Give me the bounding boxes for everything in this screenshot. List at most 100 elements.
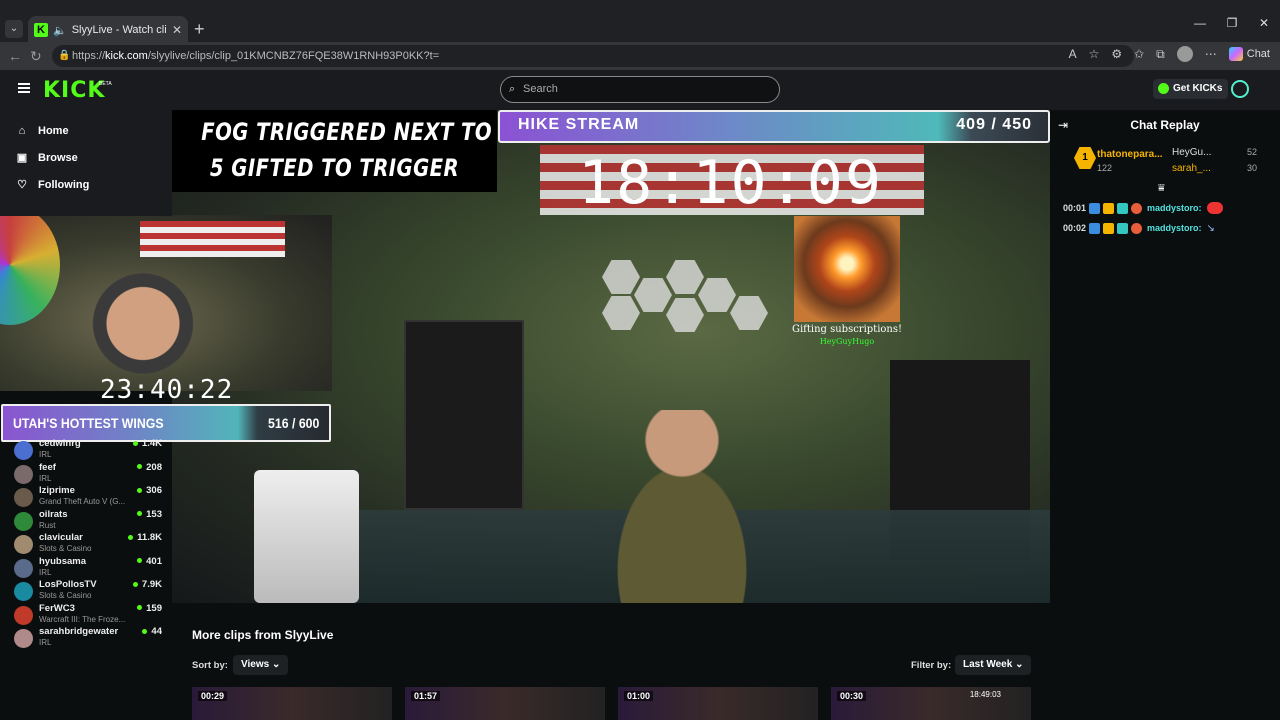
channel-category: Slots & Casino — [39, 591, 92, 600]
flag-small — [140, 221, 285, 257]
heart-icon: ♡ — [17, 179, 27, 191]
favorites-icon[interactable]: ✩ — [1134, 47, 1144, 61]
filter-value: Last Week — [963, 659, 1013, 670]
emote-icon: ↘ — [1206, 222, 1215, 234]
channel-item[interactable]: hyubsama IRL 401 — [0, 555, 172, 579]
shelf — [404, 320, 524, 510]
channel-name: oilrats — [39, 508, 68, 520]
kick-favicon-icon: K — [34, 23, 48, 37]
clip-overlay-time: 18:49:03 — [969, 690, 1001, 699]
favorite-star-icon[interactable]: ☆ — [1089, 47, 1100, 61]
channel-item[interactable]: clavicular Slots & Casino 11.8K — [0, 531, 172, 555]
filter-dropdown[interactable]: Last Week ⌄ — [955, 655, 1032, 675]
address-bar-row: ← ↻ 🔒 https://kick.com/slyylive/clips/cl… — [0, 42, 1280, 70]
sort-dropdown[interactable]: Views ⌄ — [233, 655, 289, 675]
channel-viewers: 153 — [137, 509, 162, 520]
gifter-2-name[interactable]: HeyGu... — [1172, 147, 1211, 158]
channel-item[interactable]: lziprime Grand Theft Auto V (G... 306 — [0, 484, 172, 508]
back-icon[interactable]: ← — [8, 48, 22, 64]
filter-label: Filter by: — [911, 660, 952, 671]
top-gifter-name[interactable]: thatonepara... — [1097, 149, 1163, 160]
sidebar-item-following[interactable]: ♡ Following — [0, 171, 172, 198]
filter-icon[interactable]: ⩸ — [1158, 182, 1165, 195]
minimize-icon[interactable]: — — [1184, 16, 1216, 30]
channel-item[interactable]: cedwinrg IRL 1.4K — [0, 437, 172, 461]
copilot-button[interactable]: Chat — [1228, 47, 1270, 61]
badge-icon — [1089, 202, 1101, 214]
new-tab-icon[interactable]: + — [194, 19, 205, 40]
wings-goal-count: 516 / 600 — [267, 415, 319, 431]
sidebar-item-label: Following — [38, 178, 90, 191]
gift-badge-icon — [1131, 202, 1143, 214]
chevron-down-icon: ⌄ — [1015, 659, 1024, 670]
clip-thumbnail[interactable]: 01:00 — [618, 687, 818, 720]
menu-icon[interactable] — [18, 83, 30, 93]
gifter-2-count: 52 — [1247, 147, 1258, 157]
maximize-icon[interactable]: ❐ — [1216, 16, 1248, 30]
channel-name: clavicular — [39, 532, 83, 543]
collections-icon[interactable]: ⧉ — [1156, 47, 1165, 62]
kick-logo[interactable]: KICK — [43, 78, 105, 103]
channel-category: Rust — [39, 520, 56, 530]
sort-value: Views — [241, 659, 270, 670]
webcam-overlay — [0, 215, 332, 391]
gift-badge-icon — [1131, 222, 1143, 234]
clip-thumbnail[interactable]: 01:57 — [405, 687, 605, 720]
read-aloud-icon[interactable]: A — [1069, 47, 1077, 61]
chat-timestamp: 00:01 — [1063, 203, 1087, 213]
get-kicks-button[interactable]: Get KICKs — [1153, 79, 1229, 99]
channel-item[interactable]: FerWC3 Warcraft III: The Froze... 159 — [0, 602, 172, 626]
user-avatar[interactable] — [1231, 80, 1249, 98]
extensions-icon[interactable]: ⚙ — [1111, 47, 1122, 61]
close-tab-icon[interactable]: ✕ — [172, 23, 182, 37]
tab-list-dropdown-icon[interactable]: ⌄ — [5, 20, 23, 38]
channel-viewers: 1.4K — [133, 438, 162, 449]
hex-lights — [602, 260, 802, 350]
channel-category: Slots & Casino — [39, 544, 92, 553]
gifter-3-name[interactable]: sarah_... — [1172, 163, 1211, 174]
channel-viewers: 7.9K — [133, 579, 162, 590]
chat-username[interactable]: maddystoro: — [1147, 223, 1202, 233]
clip-thumbnail[interactable]: 00:30 18:49:03 — [831, 687, 1031, 720]
clip-thumbnail[interactable]: 00:29 — [192, 687, 392, 720]
channel-avatar — [14, 535, 33, 554]
channel-avatar — [14, 488, 33, 507]
channel-viewers: 159 — [137, 603, 162, 614]
sidebar-item-label: Home — [38, 124, 69, 137]
channel-name: FerWC3 — [39, 602, 75, 614]
url-field[interactable]: 🔒 https://kick.com/slyylive/clips/clip_0… — [52, 45, 1134, 67]
channel-avatar — [14, 605, 33, 625]
channel-viewers: 11.8K — [128, 532, 162, 543]
chat-username[interactable]: maddystoro: — [1147, 203, 1202, 213]
speaker-icon[interactable]: 🔈 — [53, 24, 67, 37]
chat-message: 00:01 maddystoro: — [1063, 200, 1223, 216]
home-icon: ⌂ — [18, 124, 26, 137]
sidebar-item-home[interactable]: ⌂ Home — [0, 117, 172, 144]
crown-badge-icon — [1103, 222, 1115, 234]
tab-title: SlyyLive - Watch clips on Kick — [71, 24, 167, 36]
refresh-icon[interactable]: ↻ — [30, 48, 42, 65]
search-input[interactable]: ⌕ Search — [500, 76, 780, 103]
channel-item[interactable]: oilrats Rust 153 — [0, 508, 172, 532]
recommended-channels: cedwinrg IRL 1.4K feef IRL 208 lziprime Grand… — [0, 437, 172, 649]
profile-avatar[interactable] — [1176, 46, 1193, 62]
channel-viewers: 208 — [137, 462, 162, 473]
webcam-person — [88, 265, 198, 391]
channel-item[interactable]: LosPollosTV Slots & Casino 7.9K — [0, 578, 172, 602]
collapse-chat-icon[interactable]: ⇥ — [1058, 118, 1068, 132]
channel-name: feef — [39, 461, 56, 473]
close-window-icon[interactable]: ✕ — [1248, 16, 1280, 30]
channel-category: Grand Theft Auto V (G... — [39, 497, 126, 506]
sidebar-item-label: Browse — [38, 151, 78, 164]
channel-item[interactable]: sarahbridgewater IRL 44 — [0, 625, 172, 649]
channel-avatar — [14, 511, 33, 531]
channel-item[interactable]: feef IRL 208 — [0, 461, 172, 485]
clip-duration: 00:29 — [198, 691, 228, 701]
clip-duration: 01:57 — [411, 691, 441, 701]
more-icon[interactable]: ⋯ — [1205, 47, 1217, 61]
sidebar-item-browse[interactable]: ▣ Browse — [0, 144, 172, 171]
channel-viewers: 401 — [137, 556, 162, 567]
gift-alert-text: Gifting subscriptions! — [791, 324, 903, 335]
top-gifter-count: 122 — [1097, 163, 1113, 173]
browser-tab[interactable]: K 🔈 SlyyLive - Watch clips on Kick ✕ — [28, 16, 188, 44]
